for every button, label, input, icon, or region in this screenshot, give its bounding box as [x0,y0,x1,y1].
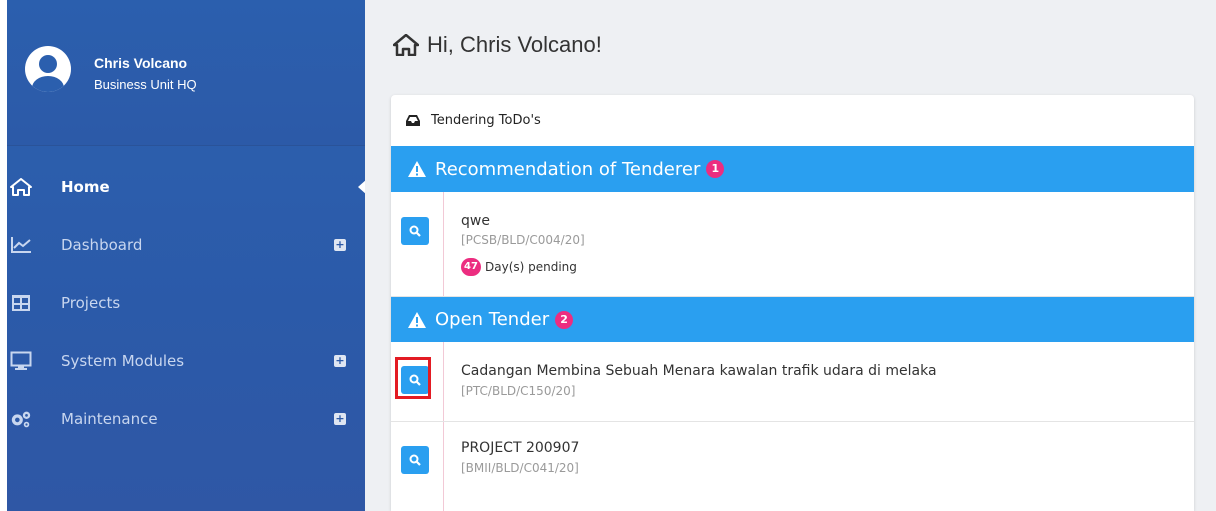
search-icon [409,225,421,237]
desktop-icon [10,350,32,372]
chart-line-icon [10,234,32,256]
sidebar-item-maintenance[interactable]: Maintenance + [7,390,365,448]
user-unit: Business Unit HQ [94,77,197,92]
row-divider [443,422,444,511]
item-code: [PCSB/BLD/C004/20] [461,233,585,247]
count-badge: 1 [706,160,725,178]
search-icon [409,454,421,466]
section-title: Recommendation of Tenderer [435,158,701,180]
item-code: [PTC/BLD/C150/20] [461,384,576,398]
list-item[interactable]: PROJECT 200907 [BMII/BLD/C041/20] [391,422,1194,511]
sidebar-item-label: Dashboard [61,236,143,254]
section-open-tender: Open Tender 2 [391,297,1194,342]
sidebar-item-label: Projects [61,294,121,312]
greeting-text: Hi, Chris Volcano! [427,32,602,57]
sidebar-item-label: System Modules [61,352,185,370]
view-button[interactable] [401,217,429,245]
sidebar-item-home[interactable]: Home [7,158,367,216]
list-item[interactable]: Cadangan Membina Sebuah Menara kawalan t… [391,342,1194,422]
home-icon [393,34,419,56]
item-title: Cadangan Membina Sebuah Menara kawalan t… [461,363,937,379]
pending-status: 47 Day(s) pending [461,258,577,276]
pending-label: Day(s) pending [485,260,577,274]
expand-icon[interactable]: + [334,413,346,425]
list-item[interactable]: qwe [PCSB/BLD/C004/20] 47 Day(s) pending [391,192,1194,297]
sidebar: Chris Volcano Business Unit HQ Home Dash… [7,0,367,511]
card-title: Tendering ToDo's [431,113,541,128]
highlight-box [395,357,431,399]
home-icon [10,176,32,198]
item-code: [BMII/BLD/C041/20] [461,461,579,475]
section-recommendation-of-tenderer: Recommendation of Tenderer 1 [391,146,1194,192]
sidebar-item-projects[interactable]: Projects [7,274,365,332]
row-divider [443,342,444,421]
sidebar-item-label: Home [61,178,110,196]
expand-icon[interactable]: + [334,239,346,251]
view-button[interactable] [395,357,431,399]
expand-icon[interactable]: + [334,355,346,367]
pending-days-badge: 47 [461,258,481,276]
page-title: Hi, Chris Volcano! [393,32,602,58]
row-divider [443,192,444,296]
user-profile: Chris Volcano Business Unit HQ [7,0,365,146]
user-name: Chris Volcano [94,55,188,71]
section-title: Open Tender [435,309,550,330]
inbox-icon [406,115,420,126]
gears-icon [10,408,32,430]
table-icon [10,292,32,314]
count-badge: 2 [555,310,574,329]
card-header: Tendering ToDo's [391,95,1194,146]
avatar-icon [25,46,71,92]
item-title: qwe [461,213,490,229]
view-button[interactable] [401,446,429,474]
warning-icon [408,311,426,328]
sidebar-item-label: Maintenance [61,410,158,428]
warning-icon [408,161,426,177]
sidebar-nav: Home Dashboard + Projects System Modules… [7,158,367,448]
sidebar-item-dashboard[interactable]: Dashboard + [7,216,365,274]
tendering-todo-card: Tendering ToDo's Recommendation of Tende… [391,95,1194,511]
sidebar-item-system-modules[interactable]: System Modules + [7,332,365,390]
item-title: PROJECT 200907 [461,440,580,456]
